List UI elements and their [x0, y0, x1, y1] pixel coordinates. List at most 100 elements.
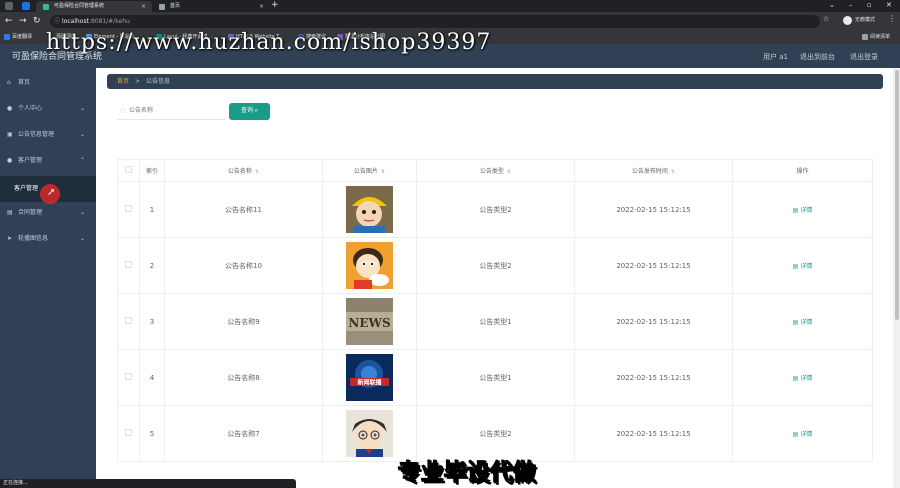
sidebar-item-customers[interactable]: ● 客户管理 ⌃: [0, 148, 96, 174]
browser-app-icon[interactable]: [5, 2, 13, 10]
close-icon[interactable]: ×: [259, 1, 264, 12]
chevron-down-icon: ⌄: [79, 209, 85, 216]
row-image-cell: [322, 181, 417, 238]
browser-tab[interactable]: 可盈保险合同管理系统 ×: [36, 1, 152, 12]
minimize-icon[interactable]: –: [849, 0, 853, 10]
row-checkbox[interactable]: [125, 429, 132, 436]
close-icon[interactable]: ×: [141, 1, 146, 12]
select-all-cell: [117, 159, 140, 182]
search-input[interactable]: [117, 103, 225, 120]
watermark-url: https://www.huzhan.com/ishop39397: [46, 30, 492, 55]
row-checkbox[interactable]: [125, 373, 132, 380]
sidebar-item-profile[interactable]: ● 个人中心 ⌄: [0, 96, 96, 122]
column-header-image[interactable]: 公告图片 ⇅: [322, 159, 417, 182]
detail-button[interactable]: ▤ 详情: [793, 431, 813, 438]
row-time: 2022-02-15 15:12:15: [574, 293, 733, 350]
row-checkbox[interactable]: [125, 205, 132, 212]
column-header-time[interactable]: 公告发布时间 ⇅: [574, 159, 733, 182]
sort-icon[interactable]: ⇅: [507, 169, 511, 175]
back-icon[interactable]: ←: [5, 15, 13, 27]
thumbnail-cartoon-boy-hat[interactable]: [346, 186, 393, 233]
tab-search-icon[interactable]: ⌄: [829, 0, 835, 10]
new-tab-button[interactable]: +: [271, 0, 279, 10]
detail-button[interactable]: ▤ 详情: [793, 207, 813, 214]
chevron-down-icon: ⌄: [79, 235, 85, 242]
row-time: 2022-02-15 15:12:15: [574, 349, 733, 406]
sidebar-item-home[interactable]: ⌂ 首页: [0, 70, 96, 96]
maximize-icon[interactable]: ▫: [867, 0, 872, 10]
row-action-cell: ▤ 详情: [732, 293, 873, 350]
promo-caption: 专业毕设代做: [398, 460, 537, 487]
detail-button[interactable]: ▤ 详情: [793, 263, 813, 270]
sort-icon[interactable]: ⇅: [671, 169, 675, 175]
browser-tab-strip: 可盈保险合同管理系统 × 首页 × + ⌄ – ▫ ✕: [0, 0, 900, 12]
detail-button[interactable]: ▤ 详情: [793, 375, 813, 382]
cursor-icon: ➚: [47, 187, 56, 198]
table-row: 3 公告名称9 NEWS 公告类型1 2022-02-15 15:12:15 ▤…: [117, 293, 873, 350]
breadcrumb: 首页 > 公告信息: [107, 74, 883, 89]
browser-app-icon[interactable]: [22, 2, 30, 10]
forward-icon[interactable]: →: [19, 15, 27, 27]
chevron-up-icon: ⌃: [79, 157, 85, 164]
user-icon: ●: [7, 157, 13, 164]
sidebar-item-label: 首页: [18, 79, 31, 86]
column-header-type[interactable]: 公告类型 ⇅: [416, 159, 575, 182]
send-icon: ➤: [7, 235, 13, 242]
row-time: 2022-02-15 15:12:15: [574, 405, 733, 462]
tab-title: 首页: [170, 3, 181, 9]
row-action-cell: ▤ 详情: [732, 405, 873, 462]
row-type: 公告类型1: [416, 293, 575, 350]
reading-list-icon: [862, 34, 868, 40]
row-type: 公告类型2: [416, 237, 575, 294]
detail-icon: ▤: [792, 263, 799, 270]
breadcrumb-home[interactable]: 首页: [117, 78, 129, 85]
bookmark-star-icon[interactable]: ☆: [823, 15, 829, 23]
reload-icon[interactable]: ↻: [33, 15, 41, 27]
row-image-cell: [322, 237, 417, 294]
sidebar-item-label: 轮播图信息: [18, 235, 49, 242]
logout-link[interactable]: 退出登录: [850, 44, 878, 70]
row-index: 5: [139, 405, 165, 462]
detail-icon: ▤: [792, 375, 799, 382]
url-path: :8081/#/kehu: [88, 18, 130, 25]
sidebar-subitem-customer-manage[interactable]: 客户管理 ➚: [0, 176, 96, 204]
row-checkbox[interactable]: [125, 261, 132, 268]
column-header-index: 索引: [139, 159, 165, 182]
sort-icon[interactable]: ⇅: [381, 169, 385, 175]
thumbnail-cartoon-detective[interactable]: [346, 410, 393, 457]
thumbnail-news-globe-blue[interactable]: 新闻联播: [346, 354, 393, 401]
close-window-icon[interactable]: ✕: [886, 0, 892, 10]
table-row: 1 公告名称11 公告类型2 2022-02-15 15:12:15 ▤ 详情: [117, 181, 873, 238]
page-icon: [159, 4, 165, 10]
document-icon: ▣: [7, 131, 13, 138]
column-header-name[interactable]: 公告名称 ⇅: [164, 159, 323, 182]
page-scrollbar-thumb[interactable]: [895, 70, 899, 320]
search-button[interactable]: 查询 ⌕: [229, 103, 270, 120]
reading-list[interactable]: 阅读清单: [862, 31, 890, 44]
banner-text: 新闻联播: [357, 379, 382, 387]
url-field[interactable]: ⓘ localhost:8081/#/kehu: [50, 15, 820, 28]
back-to-front-link[interactable]: 退出到前台: [800, 44, 835, 70]
incognito-profile[interactable]: 无痕模式: [843, 15, 875, 26]
sidebar-item-carousel[interactable]: ➤ 轮播图信息 ⌄: [0, 226, 96, 252]
detail-button[interactable]: ▤ 详情: [793, 319, 813, 326]
select-all-checkbox[interactable]: [125, 166, 132, 173]
menu-kebab-icon[interactable]: ⋮: [888, 14, 896, 23]
sort-icon[interactable]: ⇅: [255, 169, 259, 175]
thumbnail-cartoon-kid-yellow[interactable]: [346, 242, 393, 289]
row-time: 2022-02-15 15:12:15: [574, 181, 733, 238]
row-checkbox[interactable]: [125, 317, 132, 324]
sidebar-item-contracts[interactable]: ▤ 合同管理 ⌄: [0, 200, 96, 226]
row-time: 2022-02-15 15:12:15: [574, 237, 733, 294]
news-text: NEWS: [348, 316, 390, 330]
row-name: 公告名称8: [164, 349, 323, 406]
bookmark-item[interactable]: 百度翻译: [4, 31, 32, 44]
browser-tab[interactable]: 首页 ×: [152, 1, 270, 12]
row-name: 公告名称7: [164, 405, 323, 462]
notice-table: 索引 公告名称 ⇅ 公告图片 ⇅ 公告类型 ⇅ 公告发布时间 ⇅ 操作 1 公告名称11: [117, 159, 873, 462]
home-icon: ⌂: [7, 79, 11, 86]
thumbnail-news-letters[interactable]: NEWS: [346, 298, 393, 345]
search-icon: ○: [120, 107, 126, 114]
sidebar-item-label: 合同管理: [18, 209, 43, 216]
sidebar-item-notices[interactable]: ▣ 公告信息管理 ⌄: [0, 122, 96, 148]
